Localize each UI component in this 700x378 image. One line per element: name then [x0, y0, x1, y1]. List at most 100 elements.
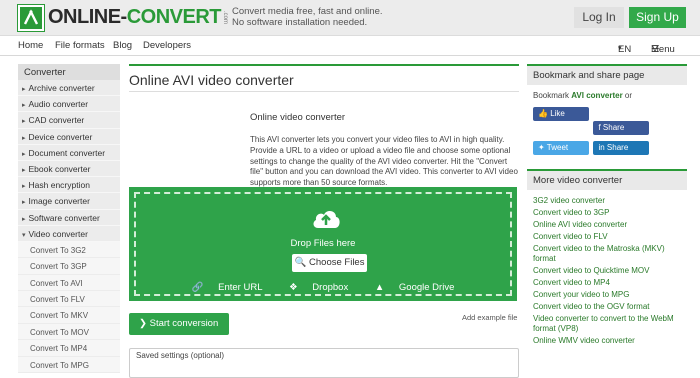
converter-sidebar: Converter ▸ Archive converter ▸ Audio conv… — [18, 64, 120, 373]
dropbox-label: Dropbox — [312, 282, 349, 293]
chevron-right-icon: ❯ — [139, 318, 147, 329]
enter-url-button[interactable]: 🔗 Enter URL — [186, 282, 269, 293]
logo-com: .com — [222, 10, 229, 24]
linkedin-share-button[interactable]: in Share — [593, 141, 650, 155]
sidebar-item-video[interactable]: ▾ Video converter — [18, 226, 120, 242]
sidebar-subitem-mpg[interactable]: Convert To MPG — [18, 356, 120, 373]
saved-settings-label: Saved settings (optional) — [136, 351, 225, 360]
link-icon: 🔗 — [191, 282, 204, 293]
main-content: Online AVI video converter Online video … — [129, 64, 519, 378]
converter-link[interactable]: Convert video to the OGV format — [533, 302, 681, 312]
chevron-down-icon: ▾ — [22, 231, 26, 239]
sidebar-subitem-mp4[interactable]: Convert To MP4 — [18, 340, 120, 357]
linkedin-share-label: Share — [606, 143, 629, 152]
converter-link[interactable]: Convert video to the Matroska (MKV) form… — [533, 244, 681, 264]
converter-link[interactable]: Convert your video to MPG — [533, 290, 681, 300]
drop-files-label: Drop Files here — [290, 238, 356, 249]
logo-mark-icon — [17, 3, 45, 32]
signup-button[interactable]: Sign Up — [629, 7, 686, 28]
search-icon: 🔍 — [294, 257, 307, 268]
dropbox-button[interactable]: ❖ Dropbox — [283, 282, 354, 293]
bookmark-text: Bookmark AVI converter or — [527, 85, 687, 103]
sidebar-item-archive[interactable]: ▸ Archive converter — [18, 80, 120, 97]
tagline-line1: Convert media free, fast and online. — [232, 6, 383, 17]
facebook-like-button[interactable]: 👍 Like 109K — [533, 107, 589, 132]
share-buttons: 👍 Like 109K f Share ✦ Tweet in Share — [527, 103, 687, 159]
nav-item-developers[interactable]: Developers — [143, 40, 191, 51]
sidebar-item-cad[interactable]: ▸ CAD converter — [18, 112, 120, 129]
converter-link[interactable]: Convert video to 3GP — [533, 208, 681, 218]
sidebar-subitem-mkv[interactable]: Convert To MKV — [18, 307, 120, 324]
start-conversion-button[interactable]: ❯ Start conversion — [129, 313, 229, 335]
sidebar-item-label: Software converter — [28, 212, 100, 223]
google-drive-button[interactable]: ▲ Google Drive — [369, 282, 461, 293]
chevron-right-icon: ▸ — [22, 166, 26, 174]
sidebar-item-document[interactable]: ▸ Document converter — [18, 145, 120, 161]
converter-link[interactable]: Convert video to Quicktime MOV — [533, 266, 681, 276]
more-converters-list: 3G2 video converter Convert video to 3GP… — [527, 190, 687, 352]
sidebar-item-label: Image converter — [28, 196, 90, 207]
chevron-right-icon: ▸ — [22, 183, 26, 191]
sidebar-item-label: Audio converter — [28, 99, 89, 110]
converter-link[interactable]: 3G2 video converter — [533, 196, 681, 206]
google-drive-icon: ▲ — [374, 282, 385, 293]
add-example-file-link[interactable]: Add example file — [462, 313, 517, 322]
right-sidebar: Bookmark and share page Bookmark AVI con… — [527, 64, 687, 352]
converter-link[interactable]: Video converter to convert to the WebM f… — [533, 314, 681, 334]
login-button[interactable]: Log In — [574, 7, 624, 28]
choose-files-label: Choose Files — [309, 257, 365, 268]
facebook-share-label: Share — [602, 123, 625, 132]
sidebar-item-label: Archive converter — [28, 83, 95, 93]
google-drive-label: Google Drive — [398, 282, 455, 293]
choose-files-button[interactable]: 🔍 Choose Files — [292, 254, 367, 272]
sidebar-item-image[interactable]: ▸ Image converter — [18, 193, 120, 210]
converter-link[interactable]: Online WMV video converter — [533, 336, 681, 346]
chevron-right-icon: ▸ — [22, 102, 26, 110]
file-drop-zone[interactable]: Drop Files here 🔍 Choose Files 🔗 Enter U… — [129, 187, 517, 301]
nav-item-file-formats[interactable]: File formats — [55, 40, 105, 51]
facebook-share-button[interactable]: f Share — [593, 121, 650, 135]
sidebar-item-label: Document converter — [28, 147, 106, 158]
sidebar-subitem-3gp[interactable]: Convert To 3GP — [18, 258, 120, 275]
chevron-right-icon: ▸ — [22, 199, 26, 207]
chevron-right-icon: ▸ — [22, 118, 26, 126]
sidebar-item-label: CAD converter — [28, 115, 85, 126]
sidebar-subitem-mov[interactable]: Convert To MOV — [18, 323, 120, 341]
sidebar-item-label: Ebook converter — [28, 163, 91, 174]
bookmark-link[interactable]: AVI converter — [571, 91, 622, 100]
converter-link[interactable]: Online AVI video converter — [533, 220, 681, 230]
tweet-label: Tweet — [546, 143, 569, 152]
sidebar-item-audio[interactable]: ▸ Audio converter — [18, 96, 120, 113]
sidebar-subitem-flv[interactable]: Convert To FLV — [18, 291, 120, 308]
converter-description: This AVI converter lets you convert your… — [129, 135, 519, 189]
sidebar-item-label: Video converter — [28, 228, 88, 239]
tagline-line2: No software installation needed. — [232, 17, 368, 28]
sidebar-item-ebook[interactable]: ▸ Ebook converter — [18, 161, 120, 178]
upload-sources: 🔗 Enter URL ❖ Dropbox ▲ Google Drive — [136, 282, 510, 293]
page-title: Online AVI video converter — [129, 64, 519, 92]
bookmark-section-title: Bookmark and share page — [527, 64, 687, 85]
thumbs-up-icon: 👍 — [538, 109, 548, 118]
sidebar-subitem-3g2[interactable]: Convert To 3G2 — [18, 241, 120, 259]
nav-item-blog[interactable]: Blog — [113, 40, 132, 51]
sidebar-item-device[interactable]: ▸ Device converter — [18, 129, 120, 145]
drop-zone-border: Drop Files here 🔍 Choose Files 🔗 Enter U… — [134, 192, 512, 296]
site-header: ONLINE-CONVERT .com Convert media free, … — [0, 0, 700, 36]
dropbox-icon: ❖ — [289, 282, 298, 293]
nav-item-home[interactable]: Home — [18, 40, 43, 51]
site-logo[interactable]: ONLINE-CONVERT .com — [17, 3, 229, 32]
sidebar-item-software[interactable]: ▸ Software converter — [18, 210, 120, 226]
bookmark-suffix: or — [624, 91, 633, 100]
linkedin-icon: in — [598, 143, 605, 152]
converter-link[interactable]: Convert video to MP4 — [533, 278, 681, 288]
saved-settings-box[interactable]: Saved settings (optional) — [129, 348, 519, 378]
enter-url-label: Enter URL — [218, 282, 263, 293]
converter-link[interactable]: Convert video to FLV — [533, 232, 681, 242]
chevron-right-icon: ▸ — [22, 150, 26, 158]
sidebar-item-hash[interactable]: ▸ Hash encryption — [18, 177, 120, 194]
section-subtitle: Online video converter — [250, 112, 346, 123]
tweet-button[interactable]: ✦ Tweet — [533, 141, 589, 155]
start-conversion-label: Start conversion — [149, 318, 219, 329]
description-text: This AVI converter lets you convert your… — [250, 135, 518, 188]
sidebar-subitem-avi[interactable]: Convert To AVI — [18, 274, 120, 292]
